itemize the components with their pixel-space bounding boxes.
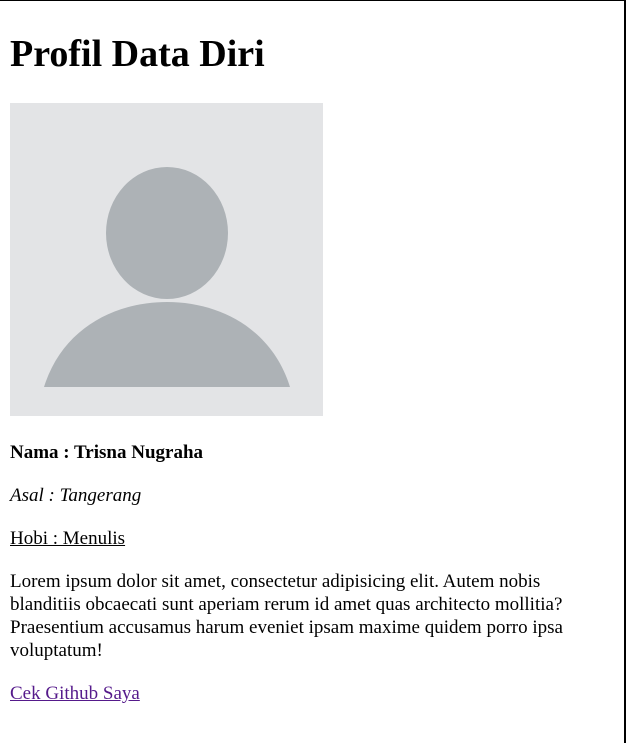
hobby-field: Hobi : Menulis [10, 528, 126, 549]
page-title: Profil Data Diri [10, 33, 265, 75]
origin-field: Asal : Tangerang [10, 485, 142, 506]
profile-page: Profil Data Diri Nama : Trisna Nugraha A… [0, 1, 624, 743]
user-placeholder-icon [10, 103, 323, 416]
avatar-head [106, 167, 228, 299]
name-field: Nama : Trisna Nugraha [10, 442, 204, 463]
github-link[interactable]: Cek Github Saya [10, 682, 140, 705]
description-paragraph: Lorem ipsum dolor sit amet, consectetur … [10, 571, 563, 661]
